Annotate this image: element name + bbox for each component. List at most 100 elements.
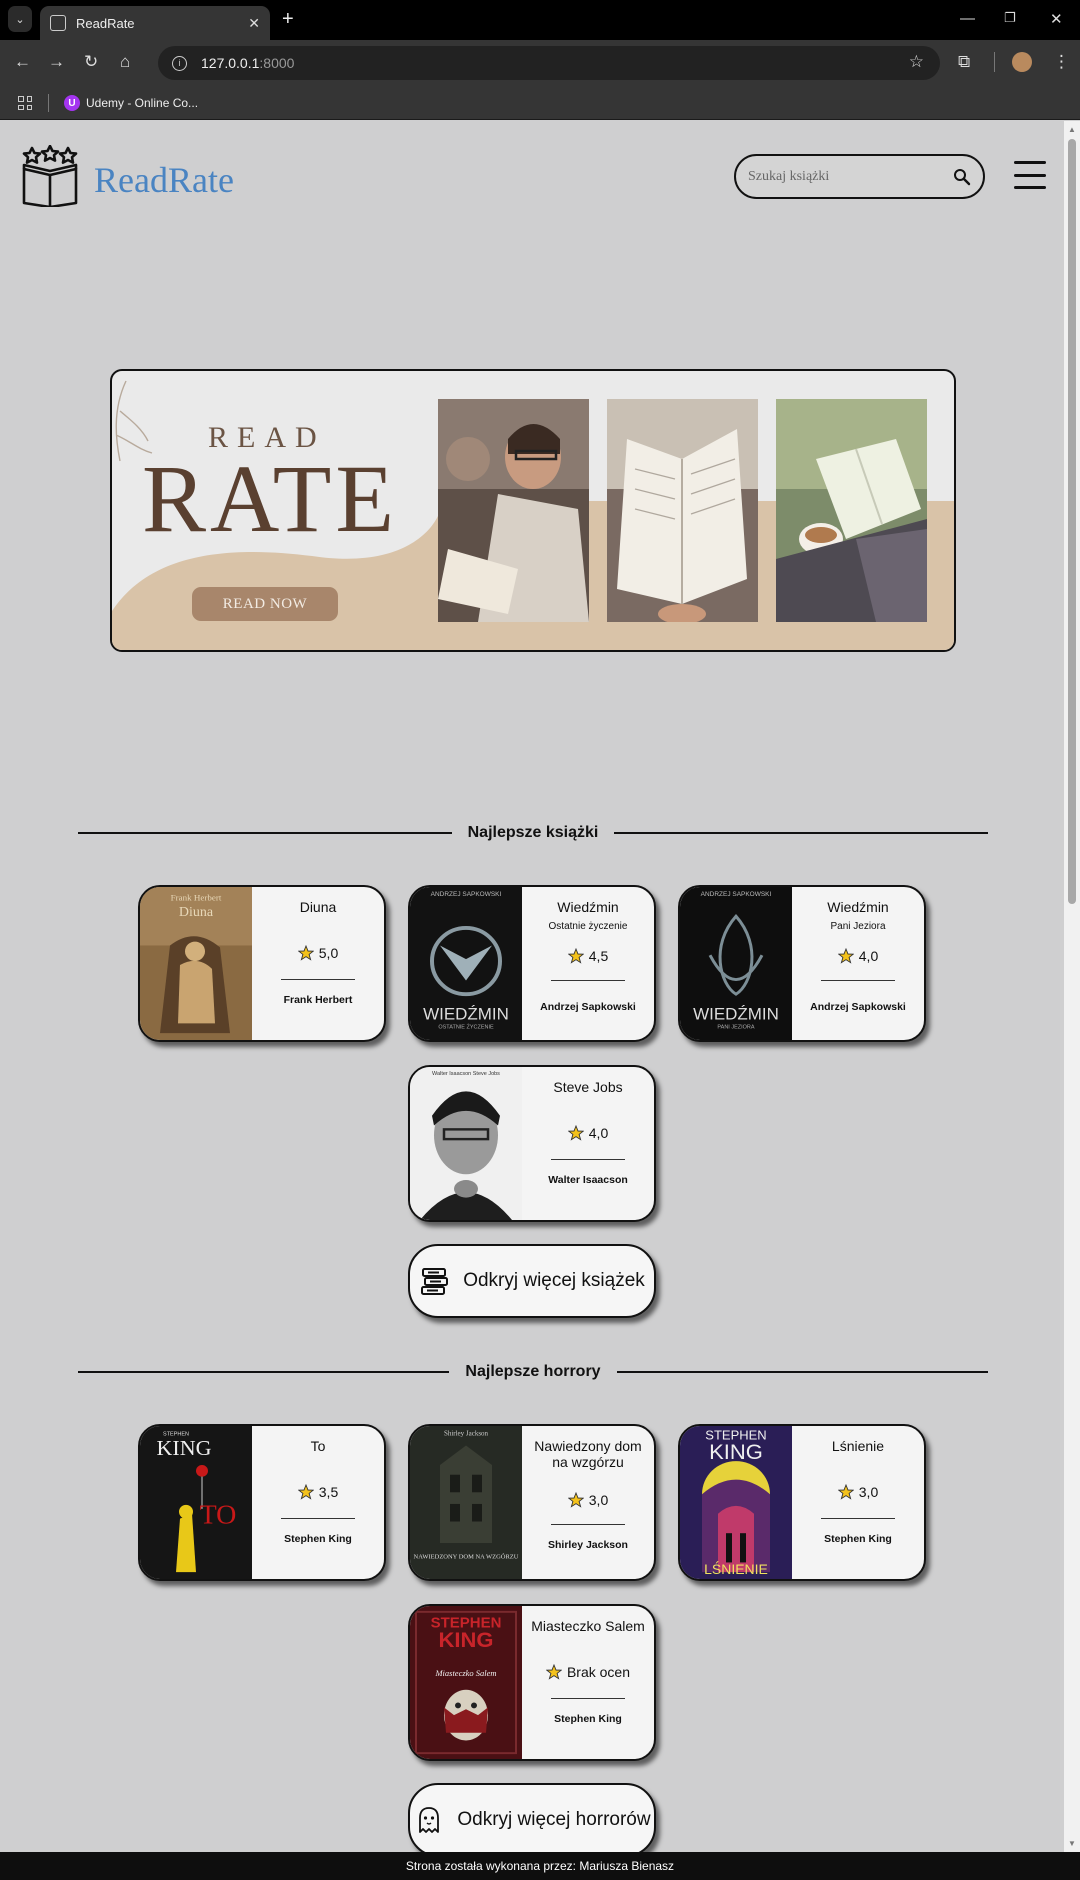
- book-rating: 3,5: [252, 1484, 384, 1500]
- books-stack-icon: [421, 1268, 449, 1295]
- minimize-icon[interactable]: —: [960, 10, 975, 27]
- scroll-down-icon[interactable]: ▼: [1068, 1839, 1076, 1848]
- book-author: Walter Isaacson: [548, 1174, 628, 1186]
- banner-rate-text: RATE: [142, 445, 398, 552]
- restore-icon[interactable]: ❐: [1004, 10, 1016, 26]
- brand-name[interactable]: ReadRate: [94, 159, 234, 201]
- book-author: Stephen King: [554, 1713, 622, 1725]
- browser-toolbar: ← → ↻ ⌂ i 127.0.0.1 :8000 ☆ ⧉ ⋮: [0, 40, 1080, 86]
- star-icon: [837, 1484, 854, 1500]
- rating-value: 4,5: [588, 948, 609, 964]
- cover-author-last: KING: [439, 1627, 494, 1652]
- book-rating: Brak ocen: [522, 1664, 654, 1680]
- discover-more-books-button[interactable]: Odkryj więcej książek: [408, 1244, 656, 1318]
- star-icon: [567, 1125, 584, 1141]
- rating-value: 3,5: [318, 1484, 339, 1500]
- tab-title: ReadRate: [76, 15, 135, 31]
- reload-icon[interactable]: ↻: [84, 52, 98, 72]
- discover-more-label: Odkryj więcej książek: [463, 1270, 645, 1291]
- book-cover-lsnienie: STEPHEN KING LŚNIENIE: [680, 1426, 792, 1579]
- tab-close-icon[interactable]: ✕: [248, 15, 260, 32]
- card-divider: [551, 1524, 625, 1525]
- discover-more-horrors-button[interactable]: Odkryj więcej horrorów: [408, 1783, 656, 1857]
- book-card-to[interactable]: STEPHEN KING TO To 3,5 Stephen King: [138, 1424, 386, 1581]
- card-divider: [551, 1698, 625, 1699]
- header-rule-right: [614, 832, 988, 834]
- book-info: Miasteczko Salem Brak ocen Stephen King: [522, 1606, 654, 1759]
- star-icon: [297, 945, 314, 961]
- new-tab-icon[interactable]: +: [282, 8, 294, 31]
- home-icon[interactable]: ⌂: [120, 52, 130, 72]
- cover-author: ANDRZEJ SAPKOWSKI: [701, 891, 772, 898]
- search-input[interactable]: [748, 168, 953, 185]
- browser-tab[interactable]: ReadRate ✕: [40, 6, 270, 40]
- cover-title: NAWIEDZONY DOM NA WZGÓRZU: [414, 1553, 519, 1561]
- cover-title: Miasteczko Salem: [434, 1669, 496, 1678]
- book-title: To: [310, 1438, 326, 1454]
- promo-banner[interactable]: READ RATE READ NOW: [110, 369, 956, 652]
- tab-favicon-icon: [50, 15, 66, 31]
- book-author: Frank Herbert: [283, 994, 353, 1006]
- address-bar[interactable]: i 127.0.0.1 :8000 ☆: [158, 46, 940, 80]
- rating-value: Brak ocen: [566, 1664, 631, 1680]
- page-footer: Strona została wykonana przez: Mariusza …: [0, 1852, 1080, 1880]
- page-scrollbar[interactable]: ▲ ▼: [1064, 121, 1080, 1852]
- bookmark-udemy[interactable]: U Udemy - Online Co...: [64, 95, 198, 111]
- book-info: Diuna 5,0 Frank Herbert: [252, 887, 384, 1040]
- book-title: Lśnienie: [831, 1438, 885, 1454]
- bookmark-label: Udemy - Online Co...: [86, 96, 199, 110]
- site-info-icon[interactable]: i: [172, 55, 187, 71]
- cover-author-last: KING: [709, 1439, 763, 1464]
- banner-photo-reading-with-coffee: [776, 399, 927, 622]
- book-title: Wiedźmin: [827, 899, 889, 915]
- rating-value: 4,0: [588, 1125, 609, 1141]
- book-info: To 3,5 Stephen King: [252, 1426, 384, 1579]
- book-info: Wiedźmin Pani Jeziora 4,0 Andrzej Sapkow…: [792, 887, 924, 1040]
- scrollbar-thumb[interactable]: [1068, 139, 1076, 904]
- book-card-nawiedzony-dom[interactable]: Shirley Jackson NAWIEDZONY DOM NA WZGÓRZ…: [408, 1424, 656, 1581]
- scroll-up-icon[interactable]: ▲: [1068, 125, 1076, 134]
- section-title: Najlepsze książki: [467, 824, 599, 841]
- book-card-wiedzmin-pani-jeziora[interactable]: ANDRZEJ SAPKOWSKI WIEDŹMIN PANI JEZIORA …: [678, 885, 926, 1042]
- cover-title: TO: [200, 1499, 237, 1530]
- udemy-icon: U: [64, 95, 80, 111]
- book-author: Stephen King: [824, 1533, 892, 1545]
- book-card-steve-jobs[interactable]: Walter Isaacson Steve Jobs Steve Jobs 4,…: [408, 1065, 656, 1222]
- book-title: Diuna: [299, 899, 337, 915]
- book-card-wiedzmin-ostatnie-zyczenie[interactable]: ANDRZEJ SAPKOWSKI WIEDŹMIN OSTATNIE ŻYCZ…: [408, 885, 656, 1042]
- forward-icon[interactable]: →: [48, 52, 65, 72]
- window-close-icon[interactable]: ✕: [1050, 10, 1063, 28]
- profile-avatar[interactable]: [1012, 52, 1032, 72]
- cover-author: Frank Herbert: [171, 893, 222, 903]
- book-cover-to: STEPHEN KING TO: [140, 1426, 252, 1579]
- menu-kebab-icon[interactable]: ⋮: [1053, 52, 1070, 72]
- page-content: ReadRate READ RATE READ NOW: [0, 121, 1064, 1857]
- book-card-lsnienie[interactable]: STEPHEN KING LŚNIENIE Lśnienie 3,0 Steph…: [678, 1424, 926, 1581]
- book-stars-logo-icon[interactable]: [20, 145, 80, 207]
- extensions-icon[interactable]: ⧉: [958, 52, 970, 72]
- hamburger-menu-icon[interactable]: [1014, 161, 1046, 189]
- read-now-button[interactable]: READ NOW: [192, 587, 338, 621]
- book-subtitle: Pani Jeziora: [830, 921, 886, 932]
- star-icon: [297, 1484, 314, 1500]
- star-icon: [545, 1664, 562, 1680]
- book-info: Nawiedzony dom na wzgórzu 3,0 Shirley Ja…: [522, 1426, 654, 1579]
- url-host: 127.0.0.1: [201, 55, 260, 71]
- book-rating: 4,0: [522, 1125, 654, 1141]
- book-title: Steve Jobs: [553, 1079, 623, 1095]
- book-info: Lśnienie 3,0 Stephen King: [792, 1426, 924, 1579]
- back-icon[interactable]: ←: [14, 52, 31, 72]
- book-info: Wiedźmin Ostatnie życzenie 4,5 Andrzej S…: [522, 887, 654, 1040]
- book-rating: 4,5: [522, 948, 654, 964]
- bookmark-star-icon[interactable]: ☆: [909, 52, 924, 72]
- book-card-miasteczko-salem[interactable]: STEPHEN KING Miasteczko Salem Miasteczko…: [408, 1604, 656, 1761]
- search-box: [734, 154, 985, 199]
- book-card-diuna[interactable]: Frank Herbert Diuna Diuna 5,0 Frank Herb…: [138, 885, 386, 1042]
- section-title: Najlepsze horrory: [465, 1363, 601, 1380]
- apps-grid-icon[interactable]: [18, 96, 32, 110]
- card-divider: [821, 1518, 895, 1519]
- star-icon: [567, 1492, 584, 1508]
- search-icon[interactable]: [953, 168, 971, 186]
- section-header-best-books: Najlepsze książki: [78, 823, 988, 843]
- tab-search-icon[interactable]: ⌄: [8, 6, 32, 32]
